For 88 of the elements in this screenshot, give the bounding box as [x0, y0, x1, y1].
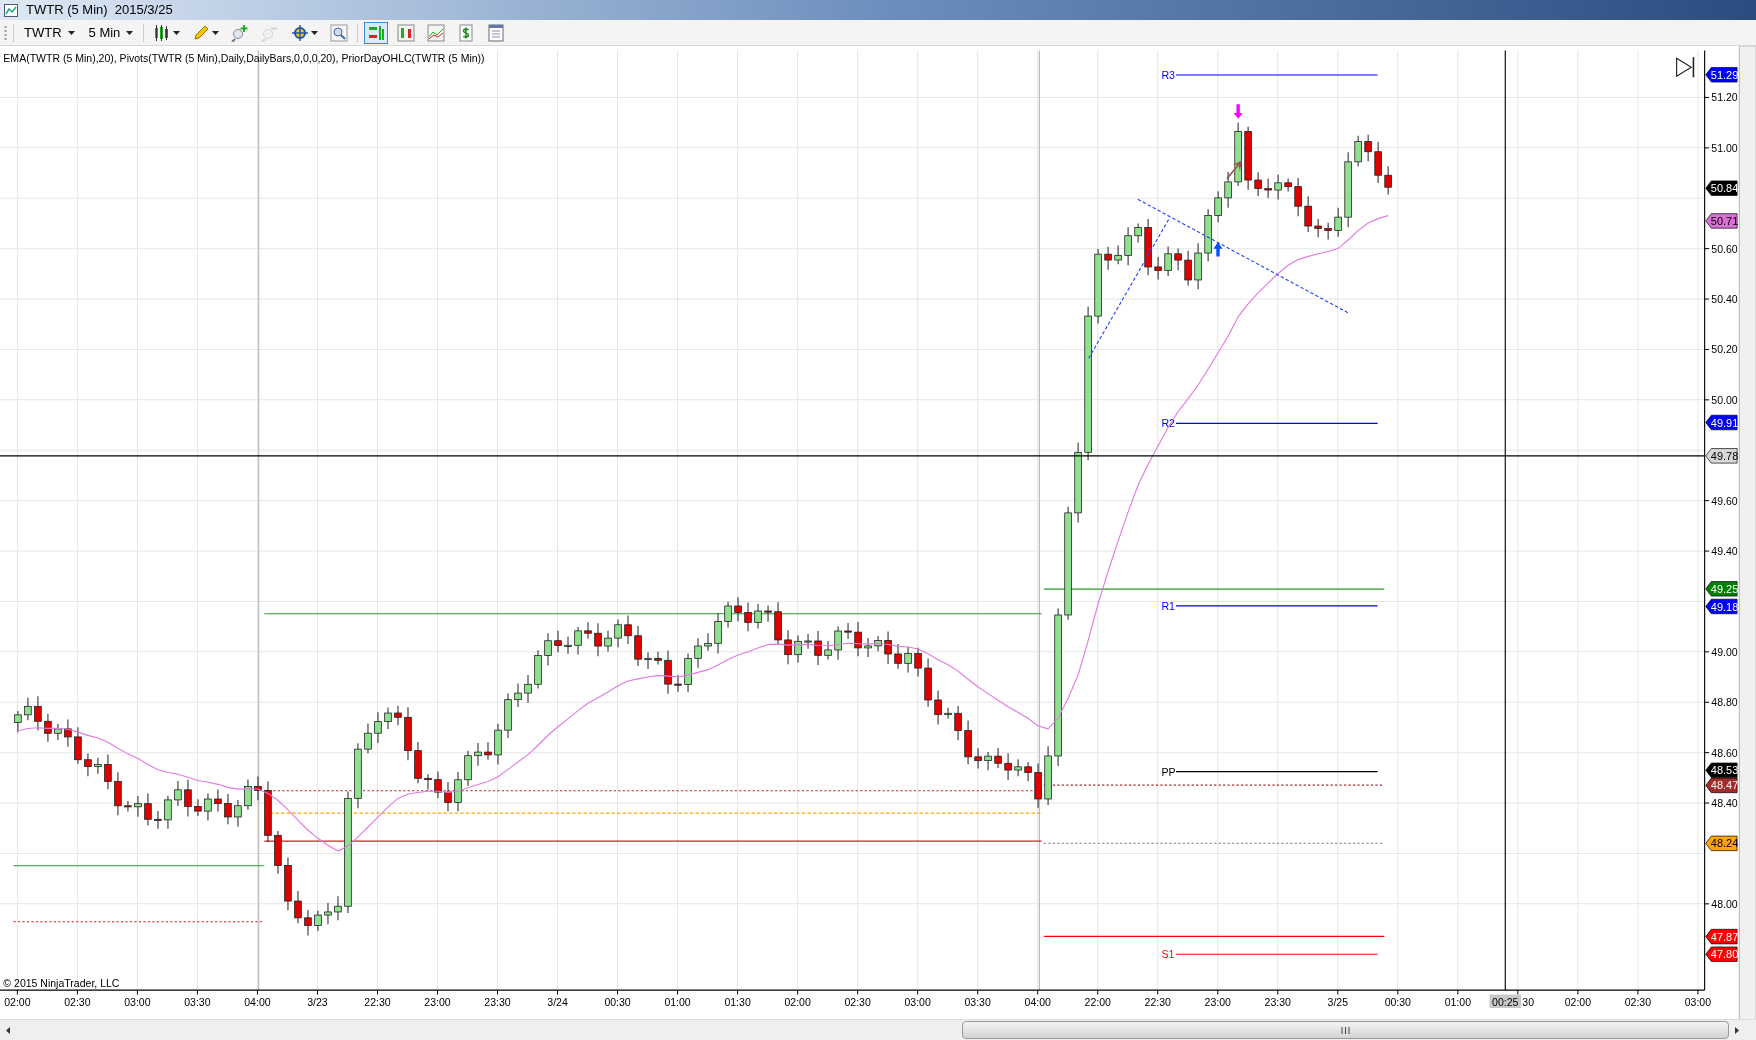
- time-label: 23:00: [1204, 995, 1231, 1008]
- price-tag: 48.24: [1705, 835, 1739, 851]
- price-label: 51.00: [1711, 141, 1738, 154]
- bars-icon: [397, 23, 416, 42]
- chart-icon: [4, 3, 18, 17]
- crosshair-icon: [291, 23, 310, 42]
- price-label: 49.60: [1711, 494, 1738, 507]
- price-tag: 49.18: [1705, 598, 1739, 615]
- price-label: 49.00: [1711, 645, 1738, 658]
- time-label: 3/25: [1327, 995, 1349, 1008]
- caret-icon: [212, 30, 220, 35]
- up-arrow-icon: [1213, 241, 1223, 257]
- pivot-label: R3: [1161, 68, 1176, 81]
- time-label: 23:00: [424, 995, 451, 1008]
- pivot-label: R1: [1161, 599, 1176, 612]
- time-label: 22:00: [1084, 995, 1111, 1008]
- price-tag: 47.80: [1705, 946, 1739, 962]
- caret-icon: [311, 30, 319, 35]
- time-label: 01:00: [1444, 995, 1471, 1008]
- indicator-legend: EMA(TWTR (5 Min),20), Pivots(TWTR (5 Min),Daily,DailyBars,0,0,0,20), PriorDayOHLC(TWTR (5 Min)): [3, 52, 485, 65]
- price-label: 50.60: [1711, 242, 1738, 255]
- diagonal-arrow-icon: [1226, 160, 1243, 180]
- time-label: 03:00: [1684, 995, 1712, 1008]
- interval-dropdown[interactable]: 5 Min: [84, 22, 138, 43]
- price-label: 51.20: [1711, 91, 1738, 104]
- time-label: 02:00: [4, 995, 31, 1008]
- properties-icon: [487, 23, 506, 42]
- time-label: 03:00: [904, 995, 931, 1008]
- time-label: 3/23: [307, 995, 328, 1008]
- price-label: 48.00: [1711, 897, 1738, 910]
- time-label: 02:30: [1624, 995, 1652, 1008]
- time-label: 04:00: [244, 995, 271, 1008]
- time-label: 03:30: [184, 995, 211, 1008]
- time-label: 02:00: [784, 995, 811, 1008]
- price-tag: 49.91: [1705, 414, 1739, 431]
- price-tag: 48.53: [1705, 762, 1739, 778]
- caret-icon: [67, 30, 75, 35]
- price-tag: 51.29: [1705, 67, 1739, 83]
- price-label: 48.80: [1711, 696, 1738, 709]
- dollar-icon: [457, 23, 476, 42]
- time-label: 03:00: [124, 995, 151, 1008]
- instrument-dropdown[interactable]: TWTR: [20, 22, 79, 43]
- scroll-end-icon[interactable]: [1676, 56, 1695, 79]
- zoom-in-icon: [231, 23, 250, 42]
- time-label: 03:30: [964, 995, 991, 1008]
- price-label: 50.00: [1711, 393, 1738, 406]
- time-label: 01:30: [724, 995, 751, 1008]
- price-tag: 47.87: [1705, 929, 1739, 945]
- price-tag: 48.47: [1705, 777, 1739, 793]
- time-label: 22:30: [1144, 995, 1171, 1008]
- price-label: 48.60: [1711, 746, 1738, 759]
- time-label: 00:30: [1384, 995, 1411, 1008]
- time-label: 01:00: [664, 995, 691, 1008]
- caret-icon: [126, 30, 134, 35]
- time-label: 23:30: [484, 995, 511, 1008]
- time-label: 30: [1522, 995, 1535, 1008]
- crosshair-time-tag: 00:25: [1489, 994, 1521, 1008]
- crosshair-price-tag: 49.78: [1705, 448, 1739, 464]
- price-tag: 50.71: [1705, 213, 1739, 229]
- down-arrow-icon: [1233, 104, 1243, 119]
- grip-icon: [1341, 1026, 1350, 1034]
- time-label: 23:30: [1264, 995, 1291, 1008]
- time-label: 22:30: [364, 995, 391, 1008]
- price-label: 50.40: [1711, 292, 1738, 305]
- time-label: 3/24: [547, 995, 568, 1008]
- pivot-label: S1: [1161, 948, 1175, 961]
- price-tag: 50.84: [1705, 180, 1739, 196]
- time-label: 02:30: [844, 995, 871, 1008]
- time-label: 02:30: [64, 995, 91, 1008]
- scrollbar-thumb[interactable]: [962, 1021, 1729, 1039]
- pivot-label: PP: [1161, 765, 1176, 778]
- copyright-text: © 2015 NinjaTrader, LLC: [3, 976, 120, 989]
- window-title: TWTR (5 Min) 2015/3/25: [26, 1, 173, 20]
- time-label: 02:00: [1564, 995, 1592, 1008]
- pencil-icon: [192, 23, 211, 42]
- pivot-label: R2: [1161, 417, 1176, 430]
- grip-icon: [4, 24, 7, 41]
- price-label: 48.40: [1711, 796, 1738, 809]
- caret-icon: [173, 30, 181, 35]
- price-tag: 49.25: [1705, 581, 1739, 597]
- horizontal-scrollbar[interactable]: [0, 1019, 1756, 1040]
- line-chart-icon: [427, 23, 446, 42]
- price-label: 49.40: [1711, 544, 1738, 557]
- search-icon: [330, 23, 349, 42]
- time-label: 00:30: [604, 995, 631, 1008]
- time-label: 04:00: [1024, 995, 1051, 1008]
- price-label: 50.20: [1711, 343, 1738, 356]
- chart-trader-icon: [367, 23, 386, 42]
